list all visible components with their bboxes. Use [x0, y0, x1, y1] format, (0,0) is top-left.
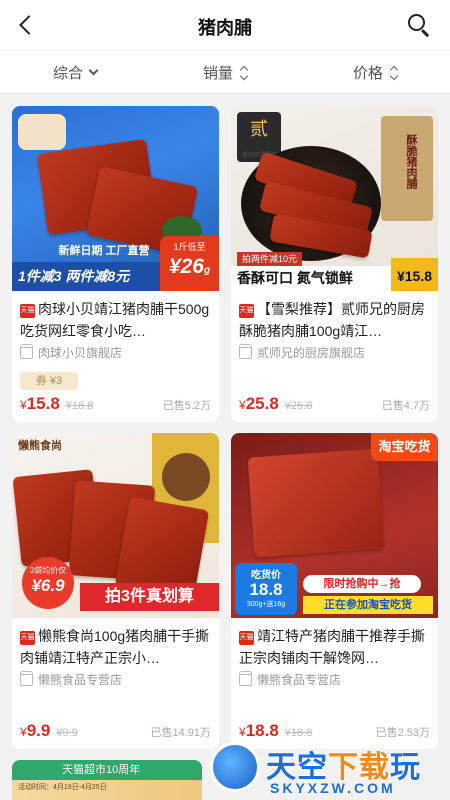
product-title-text: 肉球小贝靖江猪肉脯干500g吃货网红零食小吃…: [20, 301, 210, 339]
promo-banner: 天猫超市10周年: [12, 760, 202, 780]
shop-name: 懒熊食品专营店: [257, 673, 342, 687]
price-tag: 1斤低至 ¥26g: [160, 236, 219, 291]
tmall-badge: 天猫: [20, 631, 35, 645]
product-title[interactable]: 天猫 【雪梨推荐】贰师兄的厨房酥脆猪肉脯100g靖江…: [239, 298, 430, 342]
event-banner: 正在参加淘宝吃货: [303, 596, 433, 614]
sort-updown-icon: [239, 65, 249, 81]
original-price: ¥18.8: [65, 400, 94, 412]
price-badge-label: 吃货价: [251, 570, 281, 581]
product-title-text: 靖江特产猪肉脯干推荐手撕正宗肉铺肉干解馋网…: [239, 628, 425, 666]
price-badge-label: 3袋均价仅: [29, 566, 67, 575]
price-badge: 3袋均价仅 ¥6.9: [22, 557, 74, 609]
shop-name: 贰师兄的厨房旗舰店: [257, 346, 366, 360]
sort-price-label: 价格: [352, 64, 383, 82]
slogan: 香酥可口 氮气锁鲜: [231, 266, 391, 291]
price: ¥25.8: [239, 394, 279, 413]
promo-date: 活动时间：4月19日-4月25日: [18, 784, 107, 791]
brand-logo: [18, 114, 66, 150]
price-badge-weight: 300g+送16g: [246, 601, 286, 608]
price-row: ¥9.9 ¥9.9 已售14.91万: [20, 721, 211, 741]
store-icon: [239, 670, 252, 686]
sold-count: 已售4.7万: [381, 400, 430, 412]
promo-banner-bottom: 1件减3 两件减8元: [12, 262, 162, 291]
price-tag-unit: g: [203, 265, 211, 276]
promo-banner-top: 新鲜日期 工厂直营: [58, 245, 150, 257]
sort-updown-icon: [389, 65, 399, 81]
shop-link[interactable]: 贰师兄的厨房旗舰店: [239, 343, 366, 361]
sort-bar: 综合 销量 价格: [0, 50, 450, 94]
product-title[interactable]: 天猫 懒熊食尚100g猪肉脯干手撕肉铺靖江特产正宗小…: [20, 625, 211, 669]
price: ¥9.9: [20, 721, 51, 740]
price-tag-value: ¥26: [168, 255, 204, 278]
watermark-logo-icon: [210, 742, 260, 792]
price-badge-value: ¥6.9: [31, 576, 65, 595]
chevron-down-icon: [88, 65, 99, 75]
product-image[interactable]: 淘宝吃货 吃货价 18.8 300g+送16g 限时抢购中→抢 正在参加淘宝吃货: [231, 433, 438, 618]
promo-banner: 拍3件真划算: [80, 583, 219, 611]
promo-tag: 淘宝吃货: [371, 433, 438, 461]
shop-link[interactable]: 肉球小贝旗舰店: [20, 343, 123, 361]
product-title-text: 【雪梨推荐】贰师兄的厨房酥脆猪肉脯100g靖江…: [239, 301, 425, 339]
price: ¥15.8: [20, 394, 60, 413]
product-card[interactable]: 新鲜日期 工厂直营 1件减3 两件减8元 1斤低至 ¥26g 天猫 肉球小贝靖江猪…: [12, 106, 219, 422]
product-title-text: 懒熊食尚100g猪肉脯干手撕肉铺靖江特产正宗小…: [20, 628, 210, 666]
price-tag-label: 1斤低至: [173, 242, 206, 252]
price-row: ¥15.8 ¥18.8 已售5.2万: [20, 394, 211, 414]
product-image[interactable]: 懒熊食尚 3袋均价仅 ¥6.9 拍3件真划算: [12, 433, 219, 618]
page-title: 猪肉脯: [198, 18, 252, 38]
search-icon[interactable]: [404, 10, 434, 40]
product-card[interactable]: 懒熊食尚 3袋均价仅 ¥6.9 拍3件真划算 天猫 懒熊食尚100g猪肉脯干手撕肉…: [12, 433, 219, 749]
sort-comprehensive-label: 综合: [52, 64, 83, 82]
sold-count: 已售5.2万: [162, 400, 211, 412]
brand-name: 懒熊食尚: [18, 440, 62, 452]
shop-name: 懒熊食品专营店: [38, 673, 123, 687]
original-price: ¥25.8: [284, 400, 313, 412]
tmall-badge: 天猫: [239, 631, 254, 645]
shop-name: 肉球小贝旗舰店: [38, 346, 123, 360]
site-watermark: 天空下载玩 SKYXZW.COM: [200, 738, 450, 800]
product-card-partial[interactable]: 天猫超市10周年 活动时间：4月19日-4月25日: [12, 760, 202, 800]
package-label: 酥脆猪肉脯: [381, 116, 433, 221]
product-title[interactable]: 天猫 靖江特产猪肉脯干推荐手撕正宗肉铺肉干解馋网…: [239, 625, 430, 669]
tmall-badge: 天猫: [239, 304, 254, 318]
product-image[interactable]: 贰 贰师兄的厨房 酥脆猪肉脯 拍两件减10元 香酥可口 氮气锁鲜 ¥15.8: [231, 106, 438, 291]
flash-sale-banner: 限时抢购中→抢: [303, 575, 421, 593]
sort-sales-label: 销量: [202, 64, 233, 82]
sort-comprehensive[interactable]: 综合: [0, 51, 150, 93]
coupon-badge: 券 ¥3: [20, 372, 78, 390]
tmall-badge: 天猫: [20, 304, 35, 318]
bear-mascot-icon: [162, 453, 210, 501]
price-badge-value: 18.8: [249, 580, 283, 599]
promo-tag: 拍两件减10元: [237, 252, 303, 266]
store-icon: [239, 343, 252, 359]
product-card[interactable]: 淘宝吃货 吃货价 18.8 300g+送16g 限时抢购中→抢 正在参加淘宝吃货…: [231, 433, 438, 749]
store-icon: [20, 670, 33, 686]
price-badge: 吃货价 18.8 300g+送16g: [235, 563, 297, 615]
sort-sales[interactable]: 销量: [150, 51, 300, 93]
product-image[interactable]: 新鲜日期 工厂直营 1件减3 两件减8元 1斤低至 ¥26g: [12, 106, 219, 291]
product-card[interactable]: 贰 贰师兄的厨房 酥脆猪肉脯 拍两件减10元 香酥可口 氮气锁鲜 ¥15.8 天…: [231, 106, 438, 422]
original-price: ¥9.9: [56, 727, 78, 739]
price-row: ¥25.8 ¥25.8 已售4.7万: [239, 394, 430, 414]
top-bar: 猪肉脯: [0, 0, 450, 50]
shop-link[interactable]: 懒熊食品专营店: [239, 670, 342, 688]
shop-link[interactable]: 懒熊食品专营店: [20, 670, 123, 688]
store-icon: [20, 343, 33, 359]
product-title[interactable]: 天猫 肉球小贝靖江猪肉脯干500g吃货网红零食小吃…: [20, 298, 211, 342]
sort-price[interactable]: 价格: [300, 51, 450, 93]
price-tag: ¥15.8: [391, 258, 438, 291]
